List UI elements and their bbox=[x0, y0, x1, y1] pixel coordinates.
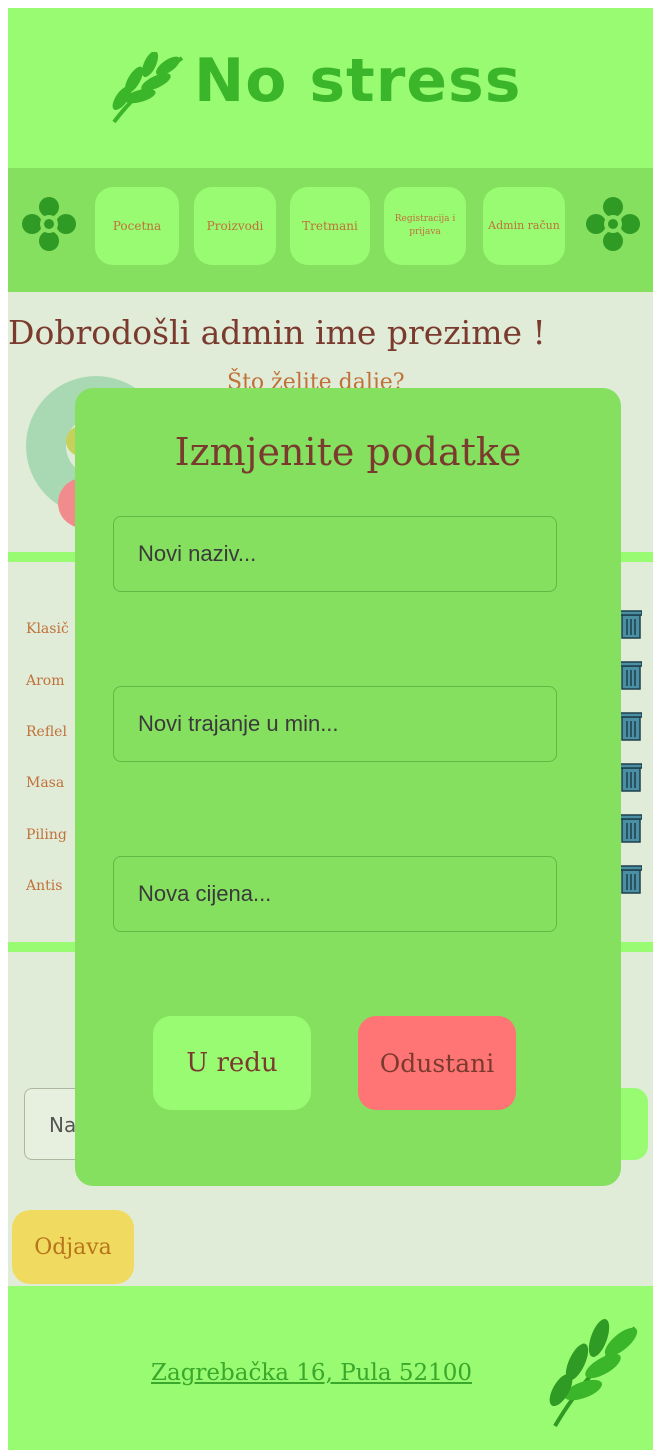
trash-icon[interactable] bbox=[620, 609, 642, 639]
trash-icon[interactable] bbox=[620, 813, 642, 843]
new-name-input[interactable] bbox=[113, 516, 557, 592]
main-nav: Pocetna Proizvodi Tretmani Registracija … bbox=[8, 168, 653, 292]
leaf-branch-icon bbox=[112, 52, 184, 124]
edit-modal: Izmjenite podatke U redu Odustani bbox=[75, 388, 621, 1186]
new-duration-input[interactable] bbox=[113, 686, 557, 762]
treatment-row: Reflel bbox=[26, 724, 67, 740]
treatment-row: Antis bbox=[26, 878, 63, 894]
ok-button[interactable]: U redu bbox=[153, 1016, 311, 1110]
modal-title: Izmjenite podatke bbox=[174, 430, 522, 474]
treatment-row: Arom bbox=[26, 673, 65, 689]
treatment-row: Klasič bbox=[26, 621, 69, 637]
page: No stress Pocetna Proizvodi Tretmani Reg… bbox=[8, 8, 653, 1450]
leaf-branch-icon bbox=[549, 1319, 638, 1428]
trash-icon[interactable] bbox=[620, 660, 642, 690]
footer-address-link[interactable]: Zagrebačka 16, Pula 52100 bbox=[151, 1360, 472, 1386]
new-price-input[interactable] bbox=[113, 856, 557, 932]
cancel-button[interactable]: Odustani bbox=[358, 1016, 516, 1110]
trash-icon[interactable] bbox=[620, 762, 642, 792]
nav-item-tretmani[interactable]: Tretmani bbox=[290, 187, 370, 265]
nav-item-admin-racun[interactable]: Admin račun bbox=[483, 187, 565, 265]
site-title[interactable]: No stress bbox=[194, 46, 521, 116]
trash-icon[interactable] bbox=[620, 711, 642, 741]
logout-button[interactable]: Odjava bbox=[12, 1210, 134, 1284]
treatment-row: Masa bbox=[26, 775, 65, 791]
nav-item-proizvodi[interactable]: Proizvodi bbox=[194, 187, 276, 265]
nav-item-registracija[interactable]: Registracija i prijava bbox=[384, 187, 466, 265]
flower-ornament-icon bbox=[22, 197, 76, 251]
trash-icon[interactable] bbox=[620, 864, 642, 894]
welcome-heading: Dobrodošli admin ime prezime ! bbox=[8, 313, 546, 352]
nav-item-pocetna[interactable]: Pocetna bbox=[95, 187, 179, 265]
treatment-row: Piling bbox=[26, 827, 67, 843]
flower-ornament-icon bbox=[586, 197, 640, 251]
site-header: No stress bbox=[8, 8, 653, 168]
